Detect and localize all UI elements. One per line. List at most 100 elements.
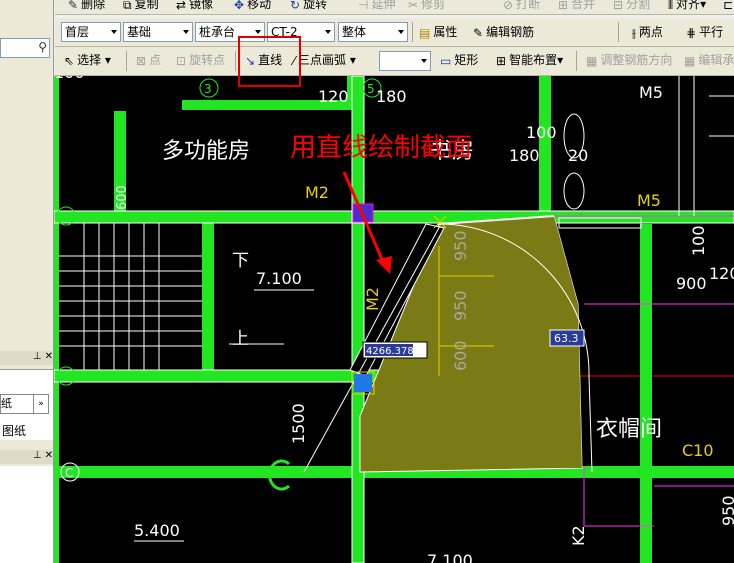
separator (412, 22, 413, 42)
drawing-canvas[interactable]: 3 5 C 100 120 180 100 180 20 M5 M2 M5 7.… (54, 76, 734, 563)
chevron-down-icon[interactable] (111, 30, 117, 34)
scope-select[interactable]: 整体 (338, 22, 408, 42)
extend-label: 延伸 (371, 0, 396, 11)
rotate-point-icon: ⊡ (176, 53, 187, 68)
parallel-button[interactable]: ⋕ 平行 (683, 22, 726, 42)
angle-input-value[interactable]: 63.3 (554, 332, 579, 345)
delete-button[interactable]: ✎ 删除 (65, 0, 108, 14)
dimension-lines (134, 289, 314, 542)
dim-600v: 600 (115, 185, 130, 210)
pencil-icon: ✎ (473, 25, 484, 40)
merge-button[interactable]: ⊞ 合并 (555, 0, 598, 14)
rotate-point-button[interactable]: ⊡ 旋转点 (173, 50, 228, 70)
dim-950a: 950 (451, 230, 470, 261)
door-line (588, 375, 593, 473)
arc-param-select[interactable] (379, 51, 431, 71)
properties-icon: ▤ (419, 25, 431, 40)
properties-button[interactable]: ▤ 属性 (416, 22, 460, 42)
copy-button[interactable]: ⧉ 复制 (120, 0, 162, 14)
coord-input-value[interactable]: 4266.378 (366, 346, 414, 357)
pin-icon[interactable]: ⊥ (33, 450, 42, 461)
panel-content-2 (0, 466, 53, 563)
point-label: 点 (149, 53, 162, 67)
dim-20: 20 (568, 146, 588, 165)
break-label: 打断 (516, 0, 541, 11)
select-label: 选择 (77, 53, 102, 67)
cursor-icon: ⇖ (64, 53, 75, 68)
point-icon: ⊠ (136, 53, 147, 68)
dim-100b: 100 (526, 123, 557, 142)
component-value: 桩承台 (199, 25, 236, 39)
chevron-down-icon[interactable] (325, 30, 331, 34)
copy-label: 复制 (134, 0, 159, 11)
delete-label: 删除 (81, 0, 106, 11)
smart-place-button[interactable]: ⊞ 智能布置▾ (493, 50, 566, 70)
dim-950b: 950 (451, 290, 470, 321)
point-button[interactable]: ⊠ 点 (133, 50, 164, 70)
search-icon[interactable]: ⚲ (38, 40, 47, 54)
floor-value: 首层 (65, 25, 90, 39)
close-icon[interactable]: ✕ (45, 450, 53, 461)
elev-7100b: 7.100 (427, 551, 473, 563)
edit-bearing-icon: ▦ (684, 53, 696, 68)
cad-drawing[interactable]: 3 5 C 100 120 180 100 180 20 M5 M2 M5 7.… (54, 76, 734, 563)
tab-drawing[interactable]: 图纸 (2, 422, 26, 439)
stair-up: 上 (232, 329, 249, 349)
dim-180b: 180 (509, 146, 540, 165)
dim-900: 900 (676, 274, 707, 293)
trim-button[interactable]: ✂ 修剪 (405, 0, 448, 14)
axis-label: 3 (204, 82, 212, 96)
stair-down: 下 (232, 251, 249, 271)
door-label-m5: M5 (637, 191, 661, 210)
axis-label: 5 (367, 82, 375, 96)
rotate-icon: ↻ (290, 0, 301, 12)
break-button[interactable]: ⊘ 打断 (500, 0, 543, 14)
select-button[interactable]: ⇖ 选择 ▾ (61, 50, 114, 70)
edit-rebar-button[interactable]: ✎ 编辑钢筋 (470, 22, 537, 42)
split-button[interactable]: ⊟ 分割 (610, 0, 653, 14)
toolbar-edit: ✎ 删除 ⧉ 复制 ⇄ 镜像 ✥ 移动 ↻ 旋转 ⊣ 延伸 ✂ 修剪 ⊘ 打断 ⊞ 合并 ⊟ 分割 … (55, 0, 734, 15)
mirror-button[interactable]: ⇄ 镜像 (173, 0, 216, 14)
chevron-down-icon[interactable] (183, 30, 189, 34)
offset-button[interactable]: ⊏偏移 (720, 0, 734, 14)
rect-button[interactable]: ▭ 矩形 (437, 50, 481, 70)
dim-120: 120 (318, 87, 349, 106)
chevron-down-icon[interactable] (398, 30, 404, 34)
category-select[interactable]: 基础 (123, 22, 193, 42)
floor-select[interactable]: 首层 (61, 22, 121, 42)
axis-label: C (65, 466, 73, 480)
pin-icon[interactable]: ⊥ (33, 351, 42, 362)
search-box[interactable]: ⚲ (0, 38, 50, 58)
annotation-text: 用直线绘制截面 (290, 133, 472, 163)
delete-icon: ✎ (68, 0, 79, 12)
tab-drawing-short[interactable]: 纸 (0, 394, 34, 414)
elev-7100a: 7.100 (256, 269, 302, 288)
rect-label: 矩形 (454, 53, 479, 67)
rect-icon: ▭ (440, 53, 452, 68)
dim-600: 600 (451, 340, 470, 371)
door-marker-blue (354, 374, 372, 392)
mirror-label: 镜像 (189, 0, 214, 11)
close-icon[interactable]: ✕ (45, 351, 53, 362)
panel-header-2: ⊥ ✕ (0, 450, 53, 464)
chevron-down-icon[interactable] (421, 59, 427, 63)
extend-button[interactable]: ⊣ 延伸 (355, 0, 398, 14)
adjust-rebar-dir-button[interactable]: ▦ 调整钢筋方向 (583, 50, 675, 70)
two-point-button[interactable]: ⫲ 两点 (629, 22, 666, 42)
chevron-down-icon[interactable] (255, 30, 261, 34)
dim-100: 100 (54, 76, 85, 82)
col-label-c10: C10 (682, 441, 714, 460)
move-button[interactable]: ✥ 移动 (231, 0, 274, 14)
room-wei10: M5 (639, 83, 663, 102)
toolbar-selectors: 首层 基础 桩承台 CT-2 整体 ▤ 属性 ✎ 编辑钢筋 ⫲ 两点 ⋕ 平行 (55, 18, 734, 47)
edit-bearing-button[interactable]: ▦ 编辑承 (681, 50, 734, 70)
align-button[interactable]: ⫴ 对齐▾ (665, 0, 709, 14)
parallel-icon: ⋕ (686, 25, 697, 40)
panel-tab-area: 纸 » 图纸 (0, 369, 53, 440)
rotate-point-label: 旋转点 (189, 53, 226, 67)
align-icon: ⫴ (668, 0, 674, 12)
scroll-right-icon[interactable]: » (33, 394, 49, 414)
rotate-button[interactable]: ↻ 旋转 (287, 0, 330, 14)
offset-icon: ⊏ (723, 0, 734, 12)
dim-950c: 950 (719, 495, 734, 526)
